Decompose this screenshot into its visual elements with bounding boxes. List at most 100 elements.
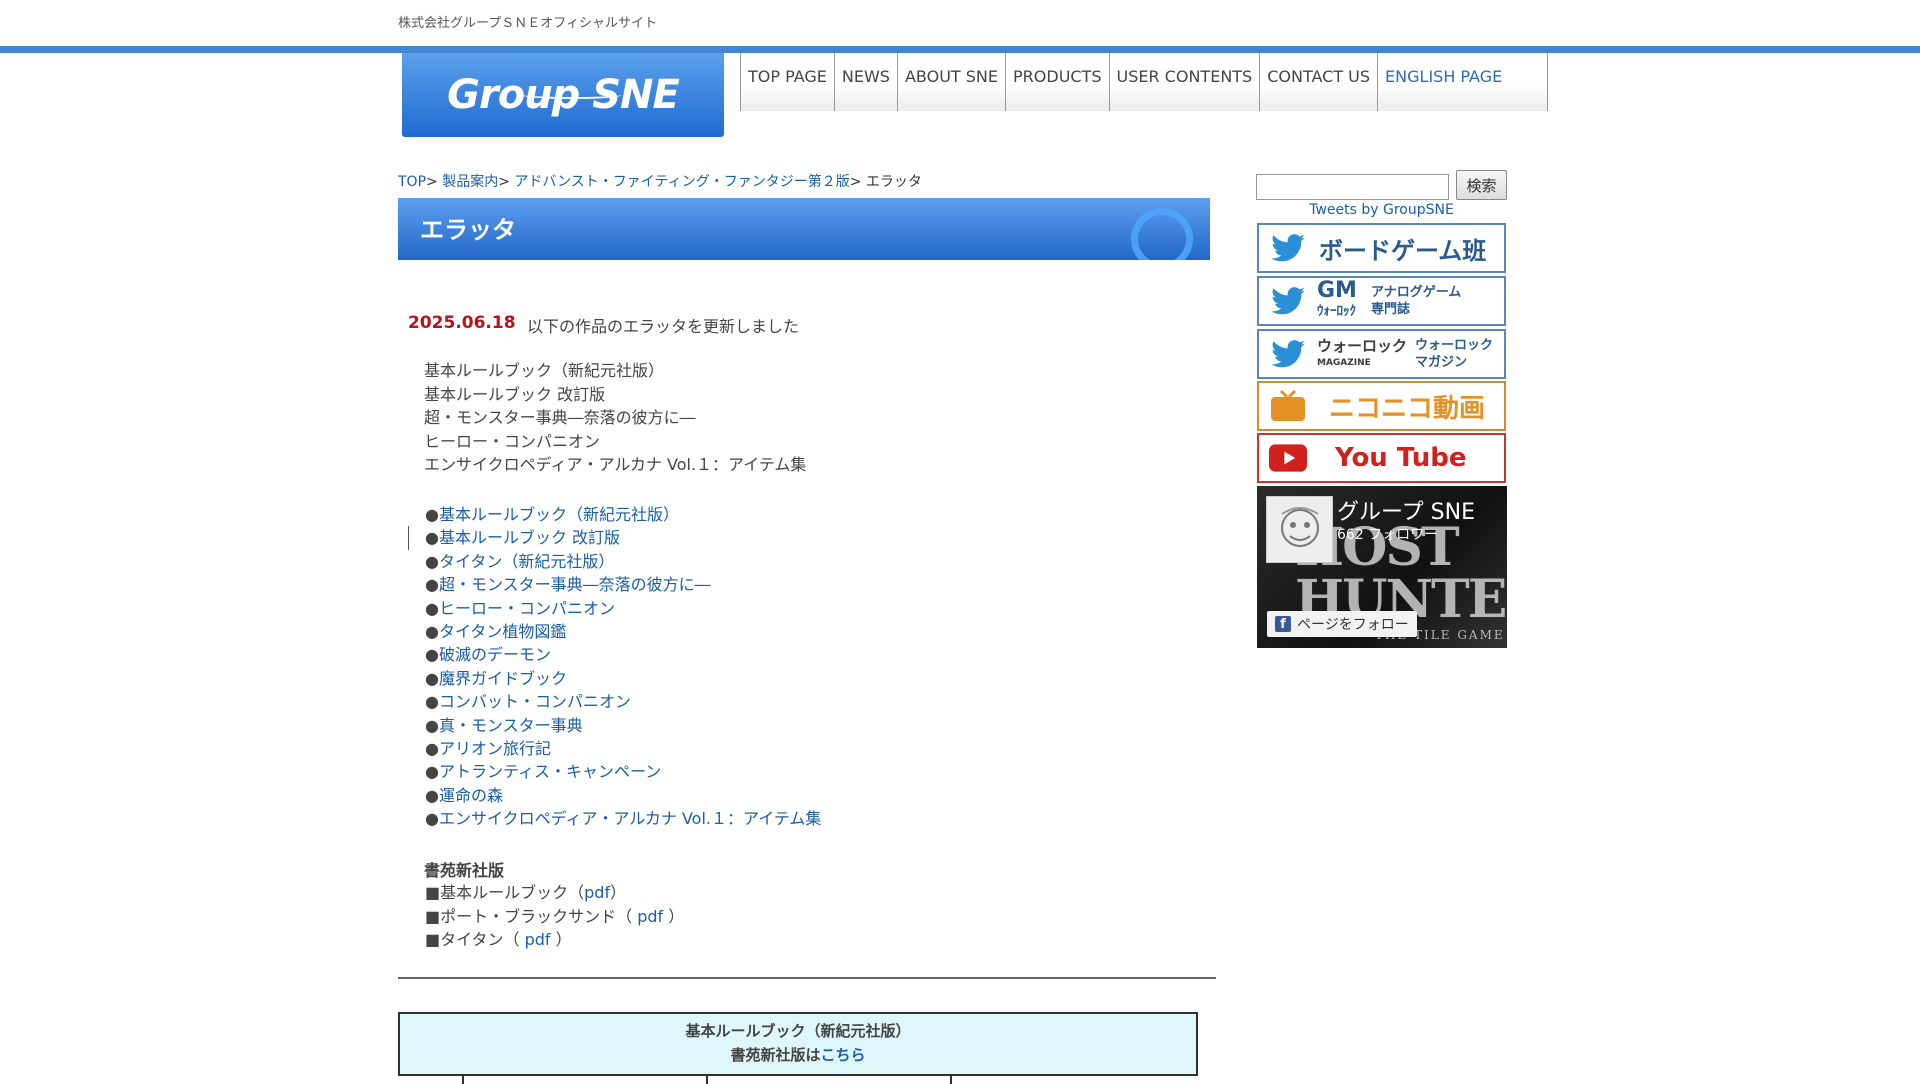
page-title-banner: エラッタ — [398, 198, 1210, 260]
gm-text: アナログゲーム 専門誌 — [1370, 285, 1462, 317]
fb-follower-count: 662 フォロワー — [1337, 527, 1439, 543]
nav-news[interactable]: NEWS — [833, 53, 897, 111]
list-item: ●運命の森 — [425, 784, 821, 807]
list-item: ●コンバット・コンパニオン — [425, 690, 821, 713]
pdf-link[interactable]: pdf — [525, 930, 551, 949]
breadcrumb-sep: > — [426, 174, 438, 190]
bullet: ● — [425, 785, 439, 805]
nav-about-sne[interactable]: ABOUT SNE — [896, 53, 1006, 111]
errata-link[interactable]: アトランティス・キャンペーン — [439, 762, 661, 781]
bullet: ● — [425, 575, 439, 595]
nav-user-contents[interactable]: USER CONTENTS — [1108, 53, 1260, 111]
list-item: ●ヒーロー・コンパニオン — [425, 597, 821, 620]
fb-avatar[interactable] — [1266, 496, 1333, 563]
breadcrumb: TOP> 製品案内> アドバンスト・ファイティング・ファンタジー第２版> エラッ… — [398, 171, 922, 191]
update-date: 2025.06.18 — [408, 313, 516, 333]
shoen-section-title: 書苑新社版 — [424, 861, 505, 880]
breadcrumb-sep: > — [498, 174, 510, 190]
errata-table: 基本ルールブック（新紀元社版） 書苑新社版はこちら — [398, 1012, 1198, 1084]
search-input[interactable] — [1256, 174, 1449, 200]
list-item: ■ポート・ブラックサンド（ pdf ） — [425, 906, 685, 926]
fb-page-name[interactable]: グループ SNE — [1337, 494, 1475, 526]
nav-products[interactable]: PRODUCTS — [1005, 53, 1109, 111]
errata-link[interactable]: エンサイクロペディア・アルカナ Vol.１：アイテム集 — [439, 809, 821, 828]
gm-warlock-twitter-button[interactable]: GM ｳｫｰﾛｯｸ アナログゲーム 専門誌 — [1257, 276, 1506, 326]
breadcrumb-sep: > — [849, 174, 862, 190]
page-title: エラッタ — [420, 216, 516, 244]
text-cursor-mark — [408, 526, 409, 550]
breadcrumb-products[interactable]: 製品案内 — [442, 174, 498, 190]
table-row — [398, 1074, 1198, 1084]
list-item: ●超・モンスター事典―奈落の彼方に― — [425, 573, 821, 596]
errata-link[interactable]: 破滅のデーモン — [439, 645, 551, 664]
errata-link[interactable]: 運命の森 — [439, 786, 503, 805]
list-item: ●基本ルールブック 改訂版 — [425, 526, 821, 549]
pdf-link[interactable]: pdf — [584, 883, 610, 902]
list-item: ■基本ルールブック（pdf） — [425, 883, 627, 902]
warlock-logo: ウォーロック MAGAZINE — [1317, 336, 1408, 368]
table-header-title: 基本ルールブック（新紀元社版） — [685, 1022, 911, 1040]
twitter-bird-icon — [1269, 231, 1307, 265]
nav-top-page[interactable]: TOP PAGE — [740, 53, 834, 111]
bullet: ● — [425, 668, 439, 688]
errata-link[interactable]: 超・モンスター事典―奈落の彼方に― — [439, 575, 711, 594]
bullet: ● — [425, 692, 439, 712]
errata-links-list: ●基本ルールブック（新紀元社版） ●基本ルールブック 改訂版 ●タイタン（新紀元… — [425, 503, 821, 831]
nav-contact-us[interactable]: CONTACT US — [1259, 53, 1378, 111]
site-logo[interactable]: Group SNE — [402, 53, 724, 137]
list-item: ●エンサイクロペディア・アルカナ Vol.１：アイテム集 — [425, 807, 821, 830]
list-item: ●基本ルールブック（新紀元社版） — [425, 503, 821, 526]
site-tagline: 株式会社グループＳＮＥオフィシャルサイト — [398, 16, 657, 31]
updated-list-item: 超・モンスター事典―奈落の彼方に― — [424, 408, 696, 427]
twitter-bird-icon — [1269, 337, 1307, 371]
bullet: ● — [425, 622, 439, 642]
list-item: ●アリオン旅行記 — [425, 737, 821, 760]
tv-icon — [1269, 389, 1307, 423]
pdf-link[interactable]: pdf — [637, 907, 663, 926]
updated-list-item: エンサイクロペディア・アルカナ Vol.１：アイテム集 — [424, 455, 807, 474]
bullet: ● — [425, 645, 439, 665]
errata-link[interactable]: 魔界ガイドブック — [439, 669, 567, 688]
breadcrumb-current: エラッタ — [865, 174, 922, 190]
tweets-link[interactable]: Tweets by GroupSNE — [1256, 202, 1507, 218]
errata-link[interactable]: ヒーロー・コンパニオン — [439, 599, 615, 618]
table-here-link[interactable]: こちら — [821, 1046, 866, 1064]
errata-link[interactable]: 基本ルールブック 改訂版 — [439, 528, 620, 547]
errata-link[interactable]: 基本ルールブック（新紀元社版） — [439, 505, 679, 524]
errata-link[interactable]: 真・モンスター事典 — [439, 716, 583, 735]
facebook-page-widget[interactable]: HOSTHUNTER THE TILE GAME グループ SNE 662 フォ… — [1257, 486, 1507, 648]
niconico-label: ニコニコ動画 — [1329, 393, 1486, 424]
niconico-button[interactable]: ニコニコ動画 — [1257, 381, 1506, 431]
list-item: ■タイタン（ pdf ） — [425, 930, 572, 950]
fb-follow-button[interactable]: f ページをフォロー — [1267, 611, 1417, 637]
youtube-button[interactable]: You Tube — [1257, 433, 1506, 483]
warlock-text: ウォーロック マガジン — [1415, 338, 1494, 370]
list-item: ●タイタン（新紀元社版） — [425, 550, 821, 573]
shoen-list: ■基本ルールブック（pdf） ■ポート・ブラックサンド（ pdf ） ■タイタン… — [425, 881, 684, 952]
errata-link[interactable]: タイタン植物図鑑 — [439, 622, 566, 641]
errata-link[interactable]: タイタン（新紀元社版） — [439, 552, 614, 571]
search-button[interactable]: 検索 — [1456, 170, 1507, 200]
avatar-drawing-icon — [1280, 506, 1319, 547]
breadcrumb-top[interactable]: TOP — [398, 174, 426, 190]
ring-decoration-icon — [1131, 208, 1193, 260]
facebook-icon: f — [1275, 616, 1291, 632]
list-item: ●真・モンスター事典 — [425, 714, 821, 737]
list-item: ●アトランティス・キャンペーン — [425, 760, 821, 783]
header-blue-bar — [0, 46, 1920, 53]
boardgame-twitter-button[interactable]: ボードゲーム班 — [1257, 223, 1506, 273]
bullet: ● — [425, 762, 439, 782]
bullet: ● — [425, 505, 439, 524]
bullet: ● — [425, 809, 439, 829]
errata-link[interactable]: アリオン旅行記 — [439, 739, 551, 758]
breadcrumb-series[interactable]: アドバンスト・ファイティング・ファンタジー第２版 — [514, 174, 849, 190]
update-text: 以下の作品のエラッタを更新しました — [527, 317, 800, 336]
warlock-magazine-twitter-button[interactable]: ウォーロック MAGAZINE ウォーロック マガジン — [1257, 329, 1506, 379]
list-item: ●タイタン植物図鑑 — [425, 620, 821, 643]
nav-english-page[interactable]: ENGLISH PAGE — [1377, 53, 1548, 111]
bullet: ● — [425, 715, 439, 735]
errata-link[interactable]: コンバット・コンパニオン — [439, 692, 631, 711]
twitter-bird-icon — [1269, 284, 1307, 318]
updated-list-item: 基本ルールブック 改訂版 — [424, 385, 606, 404]
table-header-subtitle: 書苑新社版はこちら — [730, 1046, 866, 1064]
